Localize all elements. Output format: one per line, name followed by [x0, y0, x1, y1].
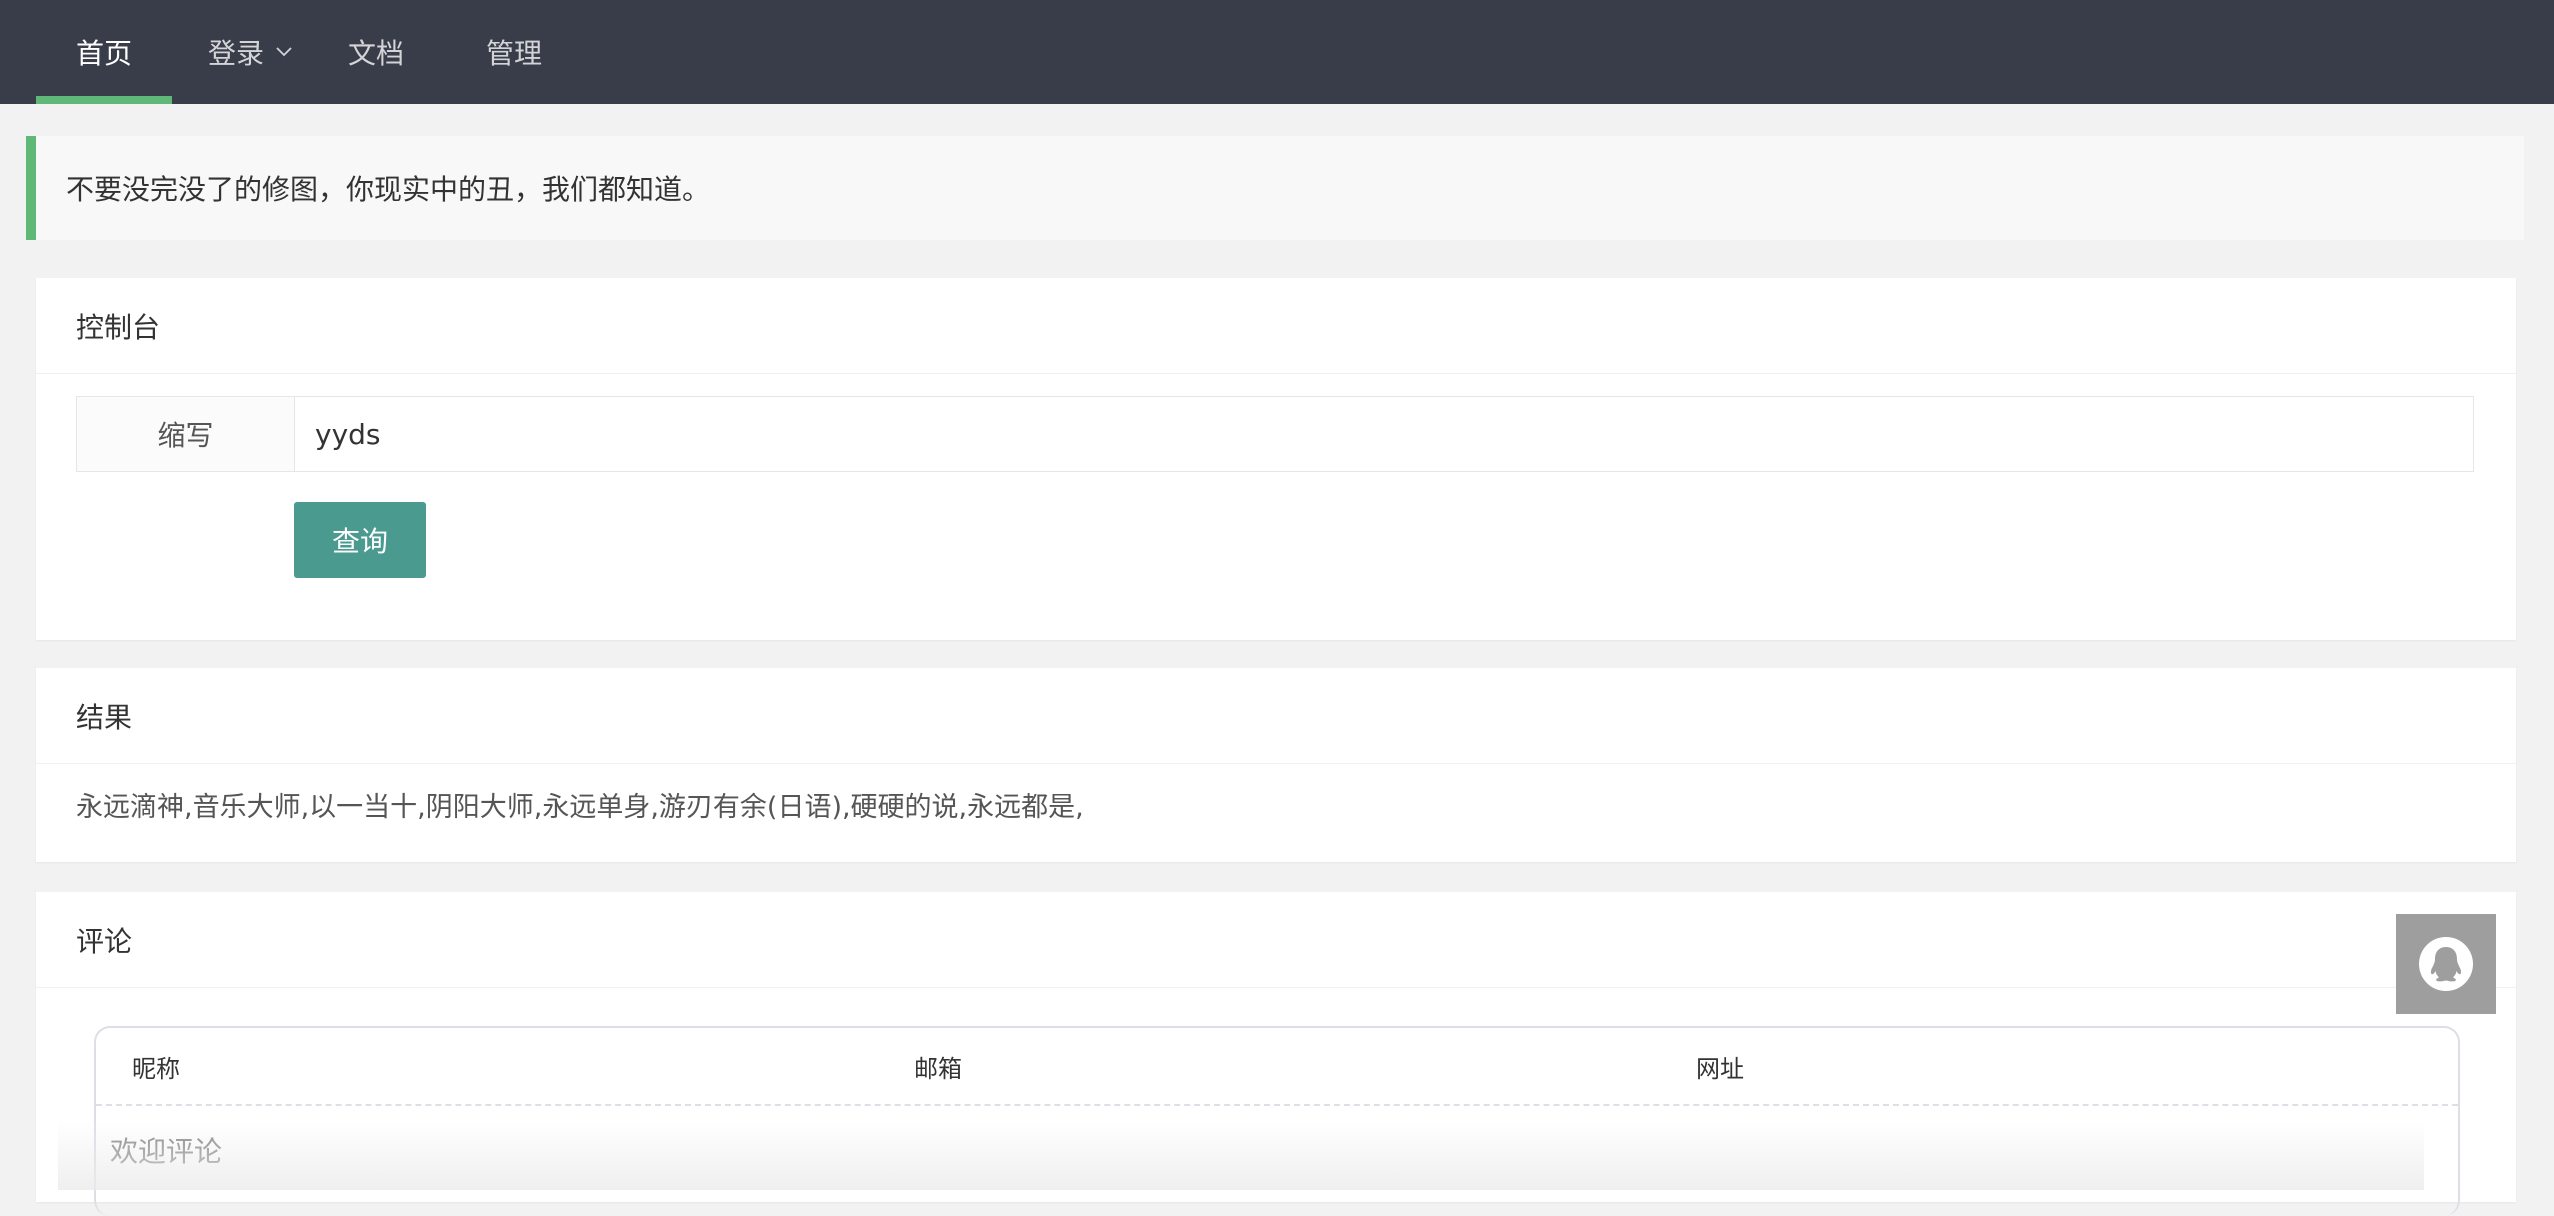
nickname-input[interactable]: [190, 1043, 878, 1089]
comment-card: 评论 昵称 邮箱 网址 欢迎评论: [36, 892, 2516, 1216]
url-input[interactable]: [1754, 1043, 2442, 1089]
top-navbar: 首页 登录 文档 管理: [0, 0, 2554, 104]
url-field[interactable]: 网址: [1660, 1028, 2442, 1104]
quote-text: 不要没完没了的修图，你现实中的丑，我们都知道。: [66, 173, 711, 206]
email-input[interactable]: [972, 1043, 1660, 1089]
nav-home[interactable]: 首页: [36, 0, 172, 104]
qq-icon: [2419, 937, 2473, 991]
nickname-label: 昵称: [132, 1054, 180, 1083]
url-label: 网址: [1696, 1054, 1744, 1083]
nav-login-label: 登录: [207, 37, 264, 70]
nav-admin-label: 管理: [485, 37, 542, 70]
comment-placeholder: 欢迎评论: [110, 1135, 223, 1168]
abbreviation-row: 缩写: [76, 396, 2474, 472]
result-card: 结果 永远滴神,音乐大师,以一当十,阴阳大师,永远单身,游刃有余(日语),硬硬的…: [36, 668, 2516, 862]
console-title: 控制台: [36, 278, 2516, 374]
comment-editor: 昵称 邮箱 网址 欢迎评论: [94, 1026, 2460, 1216]
comment-textarea[interactable]: 欢迎评论: [96, 1106, 2458, 1194]
query-button[interactable]: 查询: [294, 502, 426, 578]
qq-contact-button[interactable]: [2396, 914, 2496, 1014]
abbreviation-label: 缩写: [77, 397, 295, 471]
comment-title: 评论: [36, 892, 2516, 988]
nav-home-label: 首页: [75, 37, 132, 70]
nav-docs[interactable]: 文档: [334, 0, 418, 104]
console-card: 控制台 缩写 查询: [36, 278, 2516, 640]
nav-admin[interactable]: 管理: [472, 0, 556, 104]
nav-login[interactable]: 登录: [196, 0, 306, 104]
comment-meta-row: 昵称 邮箱 网址: [96, 1028, 2458, 1106]
chevron-down-icon: [276, 47, 292, 57]
email-field[interactable]: 邮箱: [878, 1028, 1660, 1104]
nickname-field[interactable]: 昵称: [96, 1028, 878, 1104]
nav-docs-label: 文档: [347, 37, 404, 70]
quote-banner: 不要没完没了的修图，你现实中的丑，我们都知道。: [26, 136, 2524, 240]
abbreviation-input[interactable]: [295, 397, 2473, 471]
email-label: 邮箱: [914, 1054, 962, 1083]
result-title: 结果: [36, 668, 2516, 764]
result-text: 永远滴神,音乐大师,以一当十,阴阳大师,永远单身,游刃有余(日语),硬硬的说,永…: [76, 792, 1084, 823]
